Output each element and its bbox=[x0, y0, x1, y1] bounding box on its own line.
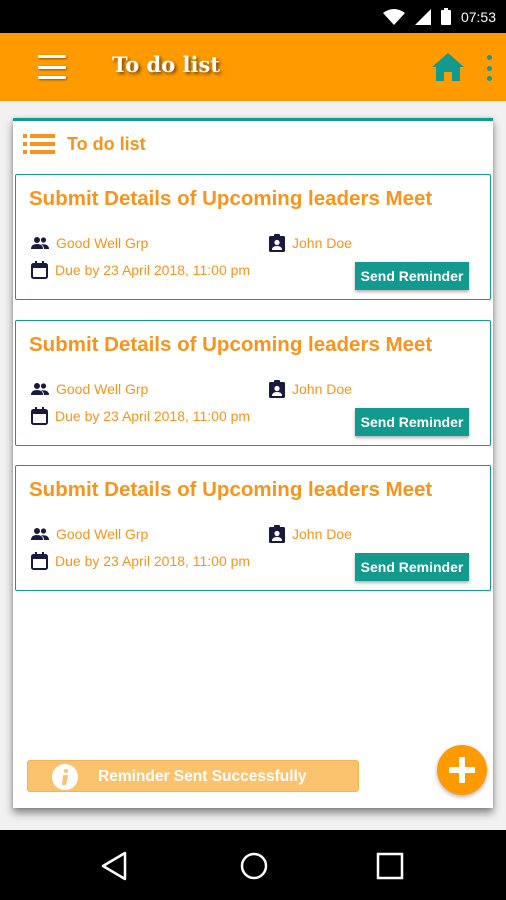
assignee-name: John Doe bbox=[292, 526, 352, 542]
task-group: Good Well Grp bbox=[31, 381, 148, 397]
home-icon[interactable] bbox=[430, 51, 466, 83]
task-assignee: John Doe bbox=[269, 380, 352, 398]
section-title: To do list bbox=[67, 133, 146, 154]
group-icon bbox=[31, 528, 49, 540]
todo-panel: To do list Submit Details of Upcoming le… bbox=[13, 118, 493, 808]
battery-icon bbox=[440, 8, 451, 25]
more-vert-icon[interactable] bbox=[484, 55, 494, 81]
back-icon[interactable] bbox=[99, 850, 131, 882]
home-circle-icon[interactable] bbox=[238, 850, 270, 882]
task-card[interactable]: Submit Details of Upcoming leaders Meet … bbox=[15, 465, 491, 591]
task-title: Submit Details of Upcoming leaders Meet bbox=[29, 187, 433, 210]
section-header: To do list bbox=[23, 131, 146, 157]
assignee-icon bbox=[269, 525, 285, 543]
group-name: Good Well Grp bbox=[56, 381, 149, 397]
group-icon bbox=[31, 237, 49, 249]
toast-message: Reminder Sent Successfully bbox=[27, 760, 359, 792]
calendar-icon bbox=[31, 407, 48, 425]
add-task-button[interactable] bbox=[437, 745, 487, 795]
status-time: 07:53 bbox=[460, 8, 496, 25]
task-card[interactable]: Submit Details of Upcoming leaders Meet … bbox=[15, 320, 491, 446]
send-reminder-button[interactable]: Send Reminder bbox=[355, 553, 469, 581]
navigation-bar bbox=[0, 830, 506, 900]
due-date: Due by 23 April 2018, 11:00 pm bbox=[55, 553, 251, 569]
recents-icon[interactable] bbox=[374, 850, 406, 882]
toast-text: Reminder Sent Successfully bbox=[98, 768, 307, 785]
send-reminder-button[interactable]: Send Reminder bbox=[355, 408, 469, 436]
assignee-name: John Doe bbox=[292, 235, 352, 251]
task-title: Submit Details of Upcoming leaders Meet bbox=[29, 478, 433, 501]
due-date: Due by 23 April 2018, 11:00 pm bbox=[55, 408, 251, 424]
task-title: Submit Details of Upcoming leaders Meet bbox=[29, 333, 433, 356]
task-assignee: John Doe bbox=[269, 525, 352, 543]
wifi-icon bbox=[382, 8, 405, 25]
task-due: Due by 23 April 2018, 11:00 pm bbox=[31, 407, 250, 425]
due-date: Due by 23 April 2018, 11:00 pm bbox=[55, 262, 251, 278]
send-reminder-button[interactable]: Send Reminder bbox=[355, 262, 469, 290]
group-name: Good Well Grp bbox=[56, 526, 149, 542]
group-icon bbox=[31, 383, 49, 395]
status-bar: 07:53 bbox=[0, 0, 506, 33]
assignee-icon bbox=[269, 234, 285, 252]
task-assignee: John Doe bbox=[269, 234, 352, 252]
group-name: Good Well Grp bbox=[56, 235, 149, 251]
task-card[interactable]: Submit Details of Upcoming leaders Meet … bbox=[15, 174, 491, 300]
app-bar: To do list bbox=[0, 33, 506, 101]
signal-icon bbox=[414, 8, 431, 25]
assignee-name: John Doe bbox=[292, 381, 352, 397]
calendar-icon bbox=[31, 552, 48, 570]
task-group: Good Well Grp bbox=[31, 526, 148, 542]
menu-icon[interactable] bbox=[38, 55, 66, 79]
task-group: Good Well Grp bbox=[31, 235, 148, 251]
list-icon bbox=[23, 133, 55, 155]
task-due: Due by 23 April 2018, 11:00 pm bbox=[31, 261, 250, 279]
assignee-icon bbox=[269, 380, 285, 398]
calendar-icon bbox=[31, 261, 48, 279]
app-title: To do list bbox=[112, 52, 221, 77]
info-icon bbox=[52, 764, 78, 790]
task-due: Due by 23 April 2018, 11:00 pm bbox=[31, 552, 250, 570]
plus-icon bbox=[449, 757, 475, 783]
